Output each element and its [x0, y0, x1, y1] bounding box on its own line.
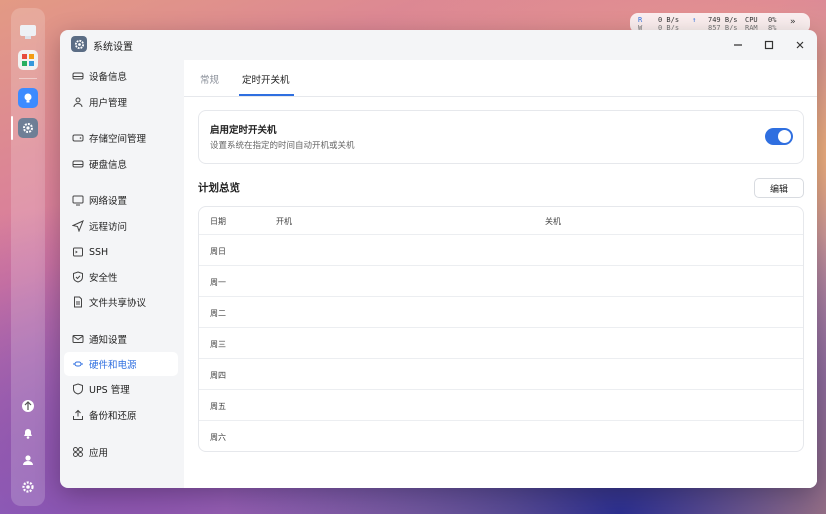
- edit-button[interactable]: 编辑: [754, 178, 804, 198]
- cpu-label: CPU: [745, 16, 758, 24]
- title-bar[interactable]: 系统设置: [60, 30, 817, 60]
- table-row: 周日: [199, 234, 803, 266]
- power-plug-icon: [71, 358, 84, 371]
- gear-icon[interactable]: [18, 477, 38, 497]
- sidebar-item-label: 存储空间管理: [89, 134, 147, 145]
- dock-divider: [19, 78, 37, 79]
- drive-icon: [71, 70, 84, 83]
- disk-icon: [71, 158, 84, 171]
- row-day: 周四: [210, 371, 226, 380]
- maximize-button[interactable]: [760, 36, 778, 54]
- sidebar-item-notification-settings[interactable]: 通知设置: [64, 327, 178, 351]
- tab-general[interactable]: 常规: [200, 72, 219, 86]
- sidebar-item-remote-access[interactable]: 远程访问: [64, 214, 178, 238]
- sidebar-item-label: 用户管理: [89, 98, 128, 109]
- sidebar-item-label: 备份和还原: [89, 411, 137, 422]
- upload-arrow-icon: ↑: [692, 16, 697, 24]
- cpu-value: 0%: [768, 16, 777, 24]
- shield-icon: [71, 383, 84, 396]
- schedule-enable-title: 启用定时开关机: [210, 125, 277, 136]
- settings-app-icon: [71, 36, 87, 52]
- close-button[interactable]: [791, 36, 809, 54]
- terminal-icon: [71, 246, 84, 259]
- sidebar-item-label: 远程访问: [89, 222, 128, 233]
- schedule-enable-toggle[interactable]: [765, 128, 793, 145]
- sidebar-item-device-info[interactable]: 设备信息: [64, 64, 178, 88]
- upload-rate: 749 B/s: [708, 16, 738, 24]
- backup-icon: [71, 409, 84, 422]
- row-day: 周三: [210, 340, 226, 349]
- sidebar-item-user-management[interactable]: 用户管理: [64, 90, 178, 114]
- row-day: 周五: [210, 402, 226, 411]
- dock: [11, 8, 45, 506]
- bell-icon[interactable]: [18, 423, 38, 443]
- table-row: 周五: [199, 389, 803, 421]
- sidebar-item-label: 通知设置: [89, 335, 128, 346]
- sidebar-item-file-sharing[interactable]: 文件共享协议: [64, 290, 178, 314]
- settings-icon[interactable]: [18, 118, 38, 138]
- apps-icon: [71, 446, 84, 459]
- sidebar-item-security[interactable]: 安全性: [64, 265, 178, 289]
- sidebar-item-label: 安全性: [89, 273, 118, 284]
- sidebar-item-label: UPS 管理: [89, 385, 130, 396]
- user-icon[interactable]: [18, 450, 38, 470]
- sidebar-item-ssh[interactable]: SSH: [64, 240, 178, 264]
- sidebar-item-label: 网络设置: [89, 196, 128, 207]
- sidebar-item-ups-management[interactable]: UPS 管理: [64, 377, 178, 401]
- sidebar-item-hardware-power[interactable]: 硬件和电源: [64, 352, 178, 376]
- schedule-enable-card: 启用定时开关机 设置系统在指定的时间自动开机或关机: [198, 110, 804, 164]
- row-day: 周一: [210, 278, 226, 287]
- tips-icon[interactable]: [18, 88, 38, 108]
- desktop-icon[interactable]: [18, 22, 38, 42]
- table-row: 周四: [199, 358, 803, 390]
- sidebar-item-label: 设备信息: [89, 72, 128, 83]
- schedule-table: 日期 开机 关机 周日 周一 周二 周三 周四 周五 周六: [198, 206, 804, 452]
- table-row: 周三: [199, 327, 803, 359]
- sidebar-item-apps[interactable]: 应用: [64, 440, 178, 464]
- sidebar-item-storage-management[interactable]: 存储空间管理: [64, 126, 178, 150]
- sidebar-item-label: 应用: [89, 448, 109, 459]
- table-row: 周一: [199, 265, 803, 297]
- mail-icon: [71, 333, 84, 346]
- send-icon: [71, 220, 84, 233]
- plan-overview-title: 计划总览: [198, 182, 240, 194]
- shield-check-icon: [71, 271, 84, 284]
- monitor-icon: [71, 194, 84, 207]
- minimize-button[interactable]: [729, 36, 747, 54]
- sidebar-item-label: 文件共享协议: [89, 298, 147, 309]
- sidebar-item-label: 硬盘信息: [89, 160, 128, 171]
- tab-scheduled-power[interactable]: 定时开关机: [242, 72, 290, 86]
- column-header-power-on: 开机: [276, 217, 292, 226]
- transfer-icon[interactable]: [18, 396, 38, 416]
- dock-active-indicator: [11, 116, 13, 140]
- tab-divider: [184, 96, 817, 97]
- row-day: 周六: [210, 433, 226, 442]
- row-day: 周日: [210, 247, 226, 256]
- window-title: 系统设置: [93, 42, 133, 53]
- table-row: 周二: [199, 296, 803, 328]
- sidebar-item-label: 硬件和电源: [89, 360, 137, 371]
- app-center-icon[interactable]: [18, 50, 38, 70]
- sidebar-item-network-settings[interactable]: 网络设置: [64, 188, 178, 212]
- read-rate: 0 B/s: [658, 16, 680, 24]
- settings-sidebar: 设备信息 用户管理 存储空间管理 硬盘信息 网络设置 远程访问 SSH 安全性: [60, 60, 184, 488]
- storage-icon: [71, 132, 84, 145]
- settings-content: 常规 定时开关机 启用定时开关机 设置系统在指定的时间自动开机或关机 计划总览 …: [184, 60, 817, 488]
- sidebar-item-disk-info[interactable]: 硬盘信息: [64, 152, 178, 176]
- column-header-date: 日期: [210, 217, 226, 226]
- user-icon: [71, 96, 84, 109]
- schedule-enable-description: 设置系统在指定的时间自动开机或关机: [210, 141, 355, 151]
- sidebar-item-label: SSH: [89, 246, 109, 258]
- table-row: 周六: [199, 420, 803, 451]
- settings-window: 系统设置 设备信息 用户管理 存储空间管理 硬盘信息 网络设置 远程访问 SSH…: [60, 30, 817, 488]
- read-label: R: [638, 16, 643, 24]
- toggle-knob: [778, 130, 791, 143]
- collapse-chevron-icon[interactable]: »: [790, 17, 795, 27]
- row-day: 周二: [210, 309, 226, 318]
- file-icon: [71, 296, 84, 309]
- column-header-power-off: 关机: [545, 217, 561, 226]
- sidebar-item-backup-restore[interactable]: 备份和还原: [64, 403, 178, 427]
